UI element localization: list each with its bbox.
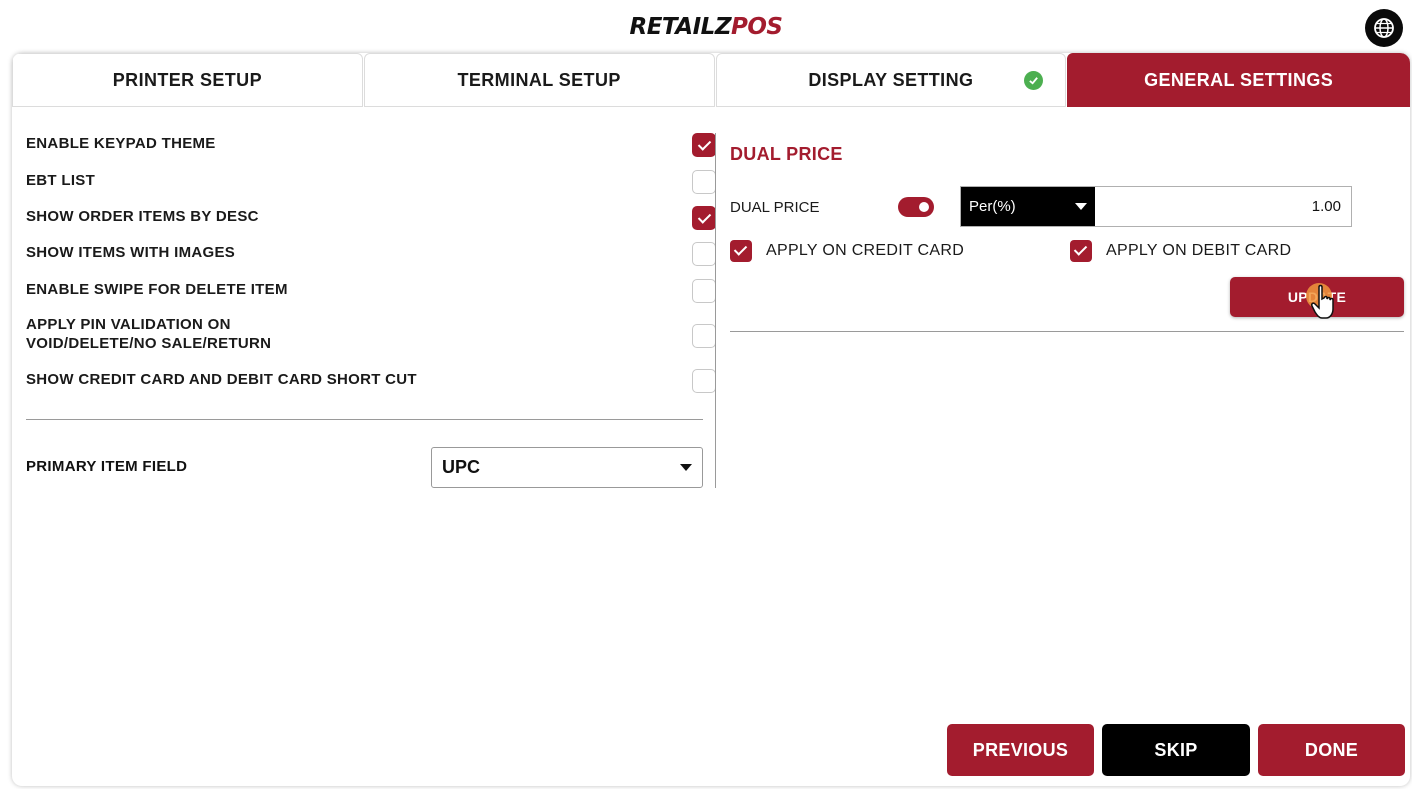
dual-price-type-select[interactable]: Per(%) bbox=[961, 187, 1095, 226]
logo-part-1: RETAILZ bbox=[629, 14, 732, 40]
check-circle-icon bbox=[1024, 71, 1044, 90]
checkbox-show-card-shortcut[interactable] bbox=[692, 369, 716, 393]
primary-item-field-label: PRIMARY ITEM FIELD bbox=[26, 458, 188, 475]
dual-price-title: DUAL PRICE bbox=[730, 144, 843, 164]
checkbox-ebt-list[interactable] bbox=[692, 170, 716, 194]
checkbox-show-order-items-by-desc[interactable] bbox=[692, 206, 716, 230]
option-label: SHOW CREDIT CARD AND DEBIT CARD SHORT CU… bbox=[26, 371, 417, 388]
tab-label: DISPLAY SETTING bbox=[808, 69, 974, 90]
option-label: ENABLE SWIPE FOR DELETE ITEM bbox=[26, 281, 288, 298]
globe-icon[interactable] bbox=[1365, 9, 1403, 47]
hand-cursor-icon bbox=[1306, 283, 1338, 325]
apply-credit-label: APPLY ON CREDIT CARD bbox=[766, 242, 965, 259]
checkbox-apply-debit[interactable] bbox=[1070, 240, 1092, 262]
skip-button[interactable]: SKIP bbox=[1102, 724, 1250, 776]
option-label-line-1: APPLY PIN VALIDATION ON bbox=[26, 316, 231, 333]
checkbox-enable-keypad-theme[interactable] bbox=[692, 133, 716, 157]
logo-part-2: POS bbox=[731, 14, 783, 40]
checkbox-enable-swipe-for-delete[interactable] bbox=[692, 279, 716, 303]
done-button[interactable]: DONE bbox=[1258, 724, 1405, 776]
settings-panel: PRINTER SETUP TERMINAL SETUP DISPLAY SET… bbox=[12, 53, 1410, 786]
dual-price-toggle[interactable] bbox=[898, 197, 934, 217]
checkbox-show-items-with-images[interactable] bbox=[692, 242, 716, 266]
caret-down-icon bbox=[680, 464, 692, 471]
select-value: Per(%) bbox=[969, 198, 1016, 215]
option-label-line-2: VOID/DELETE/NO SALE/RETURN bbox=[26, 335, 272, 352]
option-label: ENABLE KEYPAD THEME bbox=[26, 135, 216, 152]
tab-label: PRINTER SETUP bbox=[112, 69, 262, 90]
tab-display-setting[interactable]: DISPLAY SETTING bbox=[715, 53, 1067, 107]
divider bbox=[26, 419, 703, 420]
tab-printer-setup[interactable]: PRINTER SETUP bbox=[12, 53, 363, 107]
dual-price-value-input[interactable]: 1.00 bbox=[1312, 198, 1341, 215]
caret-down-icon bbox=[1075, 203, 1087, 210]
tab-terminal-setup[interactable]: TERMINAL SETUP bbox=[363, 53, 715, 107]
primary-item-field-select[interactable]: UPC bbox=[431, 447, 703, 488]
option-label: SHOW ITEMS WITH IMAGES bbox=[26, 244, 236, 261]
select-value: UPC bbox=[442, 457, 481, 477]
checkbox-apply-pin-validation[interactable] bbox=[692, 324, 716, 348]
app-logo: RETAILZPOS bbox=[0, 14, 1412, 40]
tab-label: TERMINAL SETUP bbox=[457, 69, 621, 90]
tab-bar: PRINTER SETUP TERMINAL SETUP DISPLAY SET… bbox=[12, 53, 1410, 107]
checkbox-apply-credit[interactable] bbox=[730, 240, 752, 262]
tab-label: GENERAL SETTINGS bbox=[1144, 69, 1334, 90]
column-divider bbox=[715, 133, 716, 488]
option-label: SHOW ORDER ITEMS BY DESC bbox=[26, 208, 259, 225]
option-label: EBT LIST bbox=[26, 172, 96, 189]
previous-button[interactable]: PREVIOUS bbox=[947, 724, 1094, 776]
dual-price-input-group: Per(%) 1.00 bbox=[960, 186, 1352, 227]
apply-debit-label: APPLY ON DEBIT CARD bbox=[1106, 242, 1292, 259]
tab-general-settings[interactable]: GENERAL SETTINGS bbox=[1067, 53, 1410, 107]
dual-price-label: DUAL PRICE bbox=[730, 199, 820, 216]
divider bbox=[730, 331, 1404, 332]
